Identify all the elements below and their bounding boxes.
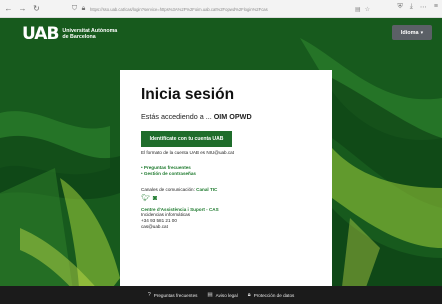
shield-icon: ⛉ [71,5,78,12]
question-icon: ? [147,292,151,298]
twitter-icon[interactable]: 🐦︎ [141,195,150,203]
footer-legal-label: Aviso legal [215,292,238,298]
access-app-name: OIM OPWD [213,112,252,121]
language-label: Idioma [400,29,419,36]
lock-icon: 🔒︎ [247,291,251,298]
uab-logo[interactable]: UAB Universitat Autònoma de Barcelona [22,24,117,44]
document-icon: ▤ [207,292,213,298]
uab-logo-mark: UAB [22,24,59,44]
back-icon[interactable]: ← [3,3,14,14]
bookmark-icon[interactable]: ☆ [365,6,370,13]
shield-ext-icon[interactable]: ⛨ [398,3,403,11]
account-format-hint: El formato de la cuenta UAB es NIU@uab.c… [141,150,235,155]
communication-channels: Canales de comunicación: Canal TIC [141,187,321,192]
login-card: Inicia sesión Estás accediendo a ... OIM… [120,70,332,286]
lock-icon: 🔒︎ [81,5,86,12]
reload-icon[interactable]: ↻ [31,3,42,14]
access-lead-prefix: Estás accediendo a ... [141,112,214,121]
extensions-icon[interactable]: ⋯ [420,3,427,11]
instagram-icon[interactable]: ◙ [153,195,157,203]
footer-faq[interactable]: ? Preguntas frecuentes [148,292,198,298]
page-background: UAB Universitat Autònoma de Barcelona Id… [0,18,442,304]
footer-privacy[interactable]: 🔒︎ Protección de datos [248,292,295,299]
password-management-link[interactable]: • Gestión de contraseñas [141,171,321,177]
page-title: Inicia sesión [141,86,235,103]
canal-tic-link[interactable]: Canal TIC [196,187,217,192]
download-icon[interactable]: ⤓ [410,3,413,11]
browser-toolbar: ← → ↻ ⛉ 🔒︎ https://sso.uab.cat/cas/login… [0,0,442,18]
footer-privacy-label: Protección de datos [253,292,295,298]
social-icons: 🐦︎ ◙ [141,195,321,203]
address-bar[interactable]: ⛉ 🔒︎ https://sso.uab.cat/cas/login?servi… [70,3,370,15]
caret-down-icon: ▾ [420,29,424,36]
menu-icon[interactable]: ≡ [434,3,438,11]
uab-login-button[interactable]: Identifícate con tu cuenta UAB [141,131,232,147]
footer: ? Preguntas frecuentes ▤ Aviso legal 🔒︎ … [0,286,442,304]
language-button[interactable]: Idioma ▾ [392,25,432,40]
university-name-line2: de Barcelona [62,34,96,40]
channels-label: Canales de comunicación: [141,186,197,192]
footer-faq-label: Preguntas frecuentes [153,292,198,298]
cas-email[interactable]: cas@uab.cat [141,224,321,230]
footer-legal[interactable]: ▤ Aviso legal [207,292,237,298]
help-links: • Preguntas frecuentes • Gestión de cont… [141,165,321,178]
url-text: https://sso.uab.cat/cas/login?service=ht… [90,6,268,12]
reader-icon[interactable]: ▤ [355,6,361,13]
access-lead: Estás accediendo a ... OIM OPWD [141,112,321,121]
forward-icon[interactable]: → [17,3,28,14]
